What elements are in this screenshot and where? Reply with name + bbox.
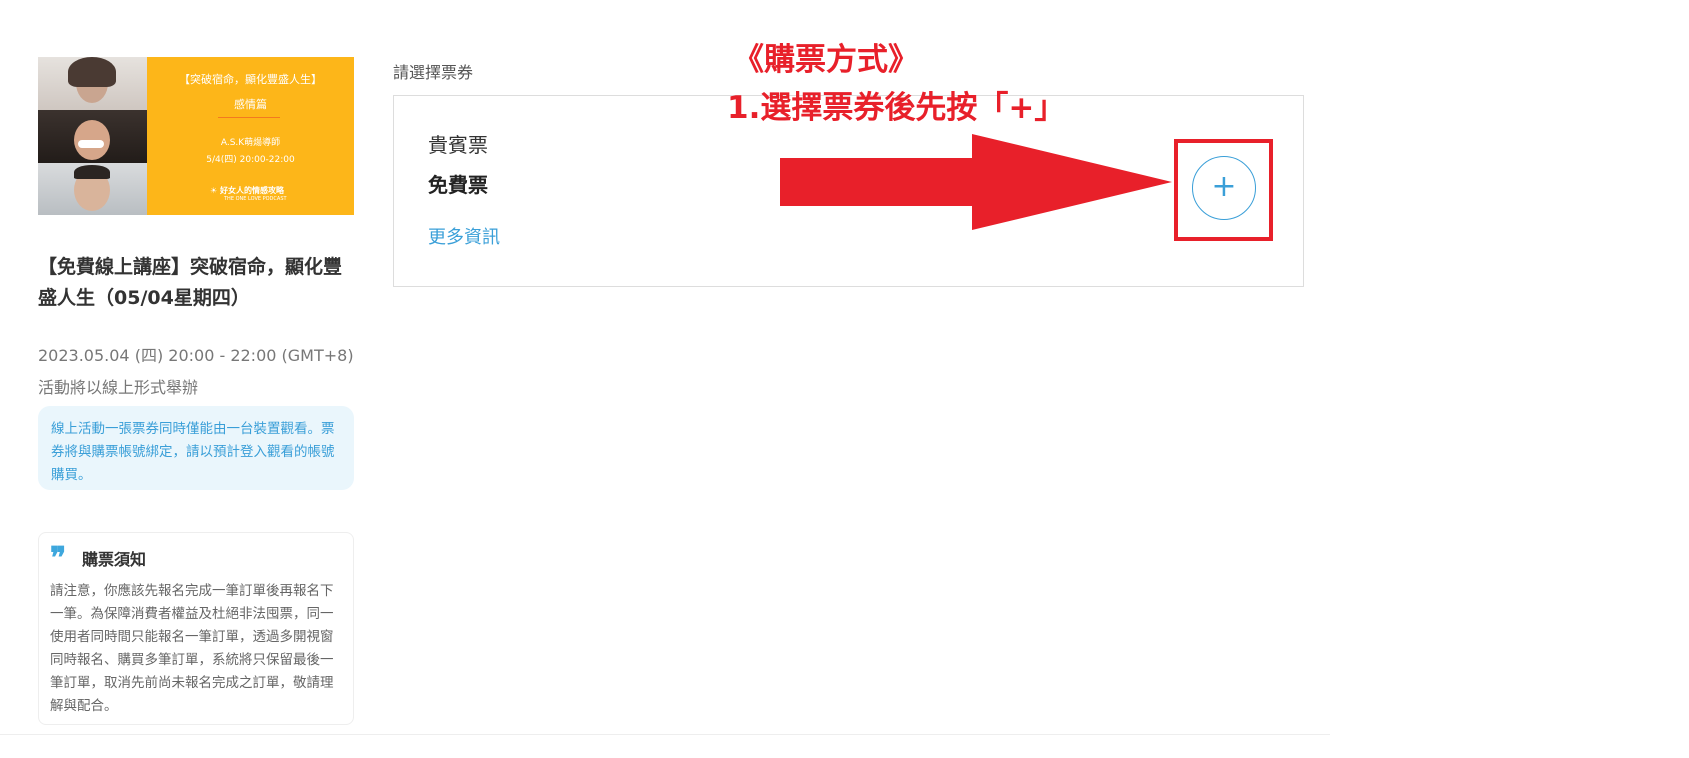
- notice-title: 購票須知: [82, 550, 147, 569]
- banner-speaker: A.S.K萌煬導師: [220, 138, 281, 148]
- speaker-photo-2: [38, 110, 147, 163]
- event-mode: 活動將以線上形式舉辦: [38, 378, 199, 397]
- event-banner-image: 【突破宿命，顯化豐盛人生】 感情篇 A.S.K萌煬導師 5/4(四) 20:00…: [38, 57, 354, 215]
- banner-subtitle: 感情篇: [234, 98, 267, 111]
- banner-logo-text: 好女人的情感攻略: [219, 186, 284, 195]
- add-ticket-button[interactable]: +: [1192, 156, 1256, 220]
- notice-body: 請注意，你應該先報名完成一筆訂單後再報名下一筆。為保障消費者權益及杜絕非法囤票，…: [50, 583, 334, 714]
- speaker-photo-3: [38, 163, 147, 215]
- annotation-heading: 《購票方式》: [733, 42, 919, 78]
- sun-icon: ☀: [210, 186, 218, 195]
- purchase-notice-card: ❞ 購票須知 請注意，你應該先報名完成一筆訂單後再報名下一筆。為保障消費者權益及…: [38, 532, 354, 725]
- online-notice-box: 線上活動一張票券同時僅能由一台裝置觀看。票券將與購票帳號綁定，請以預計登入觀看的…: [38, 406, 354, 490]
- more-info-link[interactable]: 更多資訊: [428, 223, 500, 249]
- banner-title: 【突破宿命，顯化豐盛人生】: [179, 73, 322, 86]
- ticket-name: 貴賓票: [428, 133, 488, 157]
- banner-logo: ☀ 好女人的情感攻略: [210, 185, 284, 196]
- arrow-shape: [780, 134, 1172, 230]
- ticket-price: 免費票: [428, 173, 488, 197]
- banner-divider: [218, 117, 280, 118]
- event-title: 【免費線上講座】突破宿命，顯化豐盛人生（05/04星期四）: [38, 256, 343, 309]
- footer-divider: [0, 734, 1330, 735]
- speaker-photo-1: [38, 57, 147, 110]
- ticket-section-label: 請選擇票券: [393, 63, 474, 82]
- event-date: 2023.05.04 (四) 20:00 - 22:00 (GMT+8): [38, 346, 354, 365]
- banner-logo-subtext: THE ONE LOVE PODCAST: [224, 196, 287, 202]
- banner-time: 5/4(四) 20:00-22:00: [206, 155, 295, 165]
- annotation-step-1: 1.選擇票券後先按「+」: [727, 90, 1066, 126]
- annotation-arrow: [780, 134, 1172, 230]
- quote-icon: ❞: [50, 541, 67, 576]
